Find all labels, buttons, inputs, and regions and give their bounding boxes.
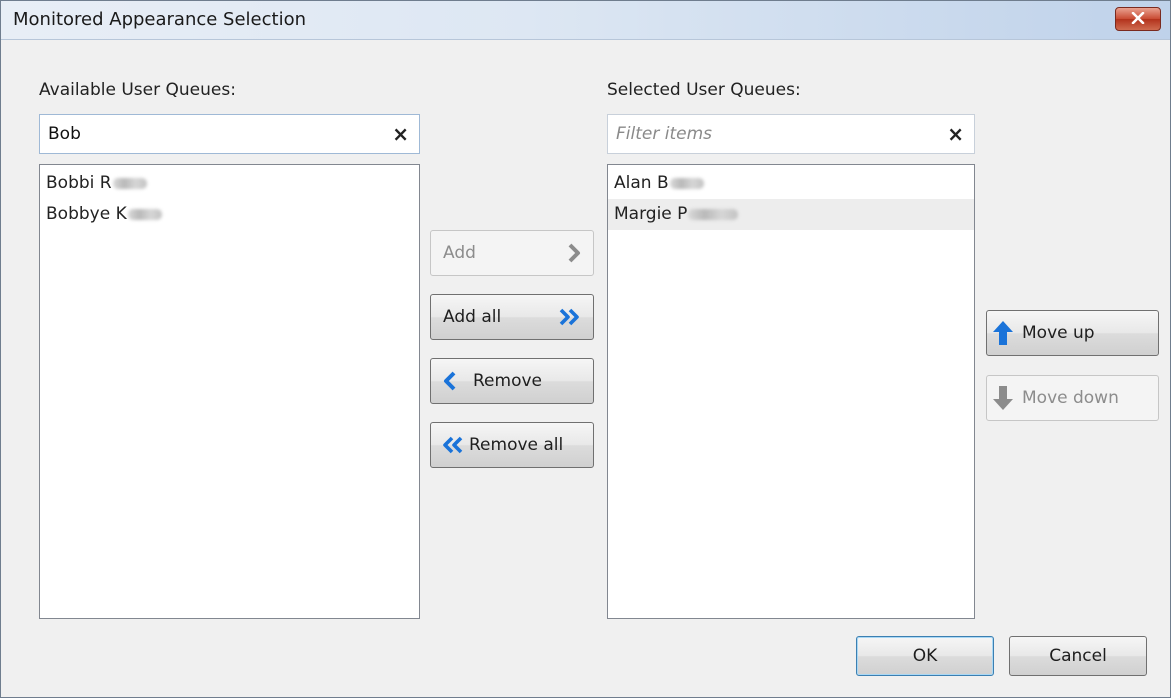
- add-button[interactable]: Add: [430, 230, 594, 276]
- clear-search-icon[interactable]: ×: [392, 123, 409, 145]
- list-item[interactable]: Alan B: [608, 168, 974, 199]
- move-up-button[interactable]: Move up: [986, 310, 1159, 356]
- available-search-input[interactable]: [48, 115, 368, 153]
- available-search-box: ×: [39, 114, 420, 154]
- close-button[interactable]: [1115, 7, 1161, 31]
- list-item[interactable]: Margie P: [608, 199, 974, 230]
- list-item[interactable]: Bobbi R: [40, 168, 419, 199]
- redacted-text: [127, 208, 162, 220]
- redacted-text: [688, 208, 739, 220]
- close-icon: [1131, 9, 1145, 29]
- arrow-up-icon: [992, 320, 1014, 346]
- selected-filter-box: ×: [607, 114, 975, 154]
- chevron-right-icon: [567, 243, 581, 263]
- available-queues-list[interactable]: Bobbi R Bobbye K: [39, 164, 420, 619]
- dialog-window: Monitored Appearance Selection Available…: [0, 0, 1171, 698]
- selected-queues-label: Selected User Queues:: [607, 80, 801, 100]
- clear-filter-icon[interactable]: ×: [947, 123, 964, 145]
- remove-all-button[interactable]: Remove all: [430, 422, 594, 468]
- remove-button[interactable]: Remove: [430, 358, 594, 404]
- move-down-button[interactable]: Move down: [986, 375, 1159, 421]
- title-bar[interactable]: Monitored Appearance Selection: [1, 1, 1170, 40]
- selected-filter-input[interactable]: [616, 115, 916, 153]
- ok-button[interactable]: OK: [856, 636, 994, 676]
- add-all-button[interactable]: Add all: [430, 294, 594, 340]
- list-item[interactable]: Bobbye K: [40, 199, 419, 230]
- chevron-left-icon: [443, 371, 457, 391]
- selected-queues-list[interactable]: Alan B Margie P: [607, 164, 975, 619]
- redacted-text: [669, 177, 704, 189]
- arrow-down-icon: [992, 385, 1014, 411]
- cancel-button[interactable]: Cancel: [1009, 636, 1147, 676]
- available-queues-label: Available User Queues:: [39, 80, 236, 100]
- double-chevron-left-icon: [441, 436, 463, 454]
- window-title: Monitored Appearance Selection: [13, 9, 307, 30]
- redacted-text: [112, 177, 147, 189]
- double-chevron-right-icon: [559, 308, 581, 326]
